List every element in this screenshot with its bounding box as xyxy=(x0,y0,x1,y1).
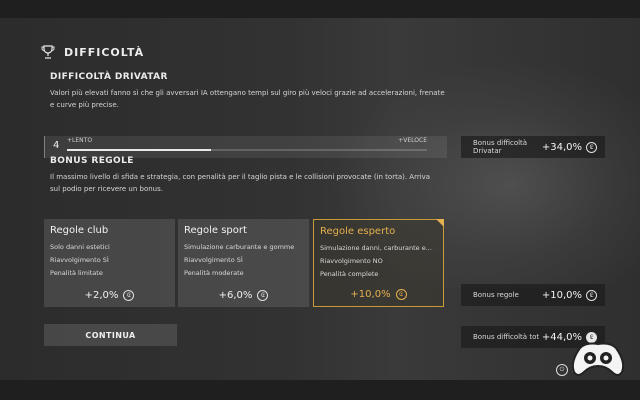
drivatar-bonus-box: Bonus difficoltà Drivatar +34,0% ₢ xyxy=(461,136,605,158)
drivatar-difficulty-slider[interactable]: 4 +LENTO +VELOCE xyxy=(44,136,447,158)
card-line: Penalità complete xyxy=(320,270,379,278)
card-line: Riavvolgimento NO xyxy=(320,257,383,265)
slider-fill xyxy=(67,149,211,151)
rules-card-esperto[interactable]: Regole esperto Simulazione danni, carbur… xyxy=(313,219,444,307)
drivatar-bonus-value: +34,0% xyxy=(541,141,582,153)
slider-max-label: +VELOCE xyxy=(398,137,427,144)
continue-button[interactable]: CONTINUA xyxy=(44,324,177,346)
rules-bonus-value: +10,0% xyxy=(541,289,582,301)
rules-description: Il massimo livello di sfida e strategia,… xyxy=(50,173,431,193)
credit-coin-icon: ₢ xyxy=(586,141,597,153)
card-title: Regole sport xyxy=(184,225,247,236)
rules-section-title: BONUS REGOLE xyxy=(50,156,134,166)
card-line: Riavvolgimento SÌ xyxy=(184,256,243,264)
gamepad-icon xyxy=(571,342,625,376)
drivatar-bonus-label: Bonus difficoltà Drivatar xyxy=(473,139,528,155)
card-bonus-value: +10,0% xyxy=(350,289,391,300)
card-line: Riavvolgimento SÌ xyxy=(50,256,109,264)
rules-card-sport[interactable]: Regole sport Simulazione carburante e go… xyxy=(178,219,309,307)
credit-coin-icon: ₢ xyxy=(123,290,135,301)
credit-coin-icon: ₢ xyxy=(395,289,407,300)
card-bonus: +6,0% ₢ xyxy=(178,290,309,301)
credit-coin-icon: ₢ xyxy=(586,289,597,301)
header: DIFFICOLTÀ xyxy=(40,44,144,60)
slider-min-label: +LENTO xyxy=(67,137,93,144)
slider-track xyxy=(67,149,427,151)
rules-bonus-box: Bonus regole +10,0% ₢ xyxy=(461,284,605,306)
card-title: Regole esperto xyxy=(320,226,396,237)
slider-value: 4 xyxy=(53,140,60,151)
selected-corner-marker xyxy=(436,219,444,227)
card-line: Simulazione carburante e gomme xyxy=(184,243,295,251)
page-title: DIFFICOLTÀ xyxy=(64,45,145,59)
drivatar-section-title: DIFFICOLTÀ DRIVATAR xyxy=(50,72,168,82)
card-line: Solo danni estetici xyxy=(50,243,110,251)
card-title: Regole club xyxy=(50,225,109,236)
total-bonus-label: Bonus difficoltà tot xyxy=(473,333,540,341)
credit-coin-icon: ₢ xyxy=(257,290,269,301)
rules-card-club[interactable]: Regole club Solo danni estetici Riavvolg… xyxy=(44,219,175,307)
trophy-icon xyxy=(41,45,55,59)
drivatar-bonus-value-wrap: +34,0% ₢ xyxy=(541,141,597,153)
game-menu-frame: DIFFICOLTÀ DIFFICOLTÀ DRIVATAR Valori pi… xyxy=(0,18,640,380)
rules-bonus-label: Bonus regole xyxy=(473,291,519,299)
card-line: Penalità moderate xyxy=(184,269,244,277)
drivatar-description: Valori più elevati fanno sì che gli avve… xyxy=(50,89,445,109)
card-line: Simulazione danni, carburante e... xyxy=(320,244,432,252)
card-line: Penalità limitate xyxy=(50,269,103,277)
card-bonus-value: +6,0% xyxy=(218,290,253,301)
card-bonus: +10,0% ₢ xyxy=(314,289,443,300)
card-bonus-value: +2,0% xyxy=(84,290,119,301)
rules-bonus-value-wrap: +10,0% ₢ xyxy=(541,289,597,301)
card-bonus: +2,0% ₢ xyxy=(44,290,175,301)
